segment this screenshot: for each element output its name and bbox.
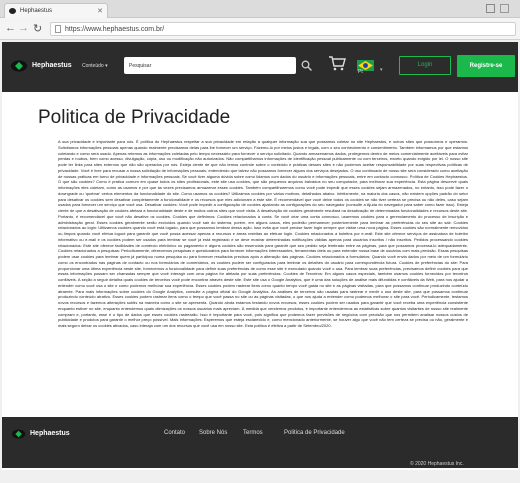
favicon-icon bbox=[9, 8, 16, 14]
search-placeholder: Pesquisar bbox=[129, 63, 152, 69]
language-label[interactable]: Pt bbox=[358, 69, 363, 75]
footer-brand[interactable]: Hephaestus bbox=[30, 430, 70, 437]
footer-link-termos[interactable]: Termos bbox=[243, 430, 263, 436]
footer-link-privacidade[interactable]: Politica de Privacidade bbox=[284, 430, 345, 436]
footer-logo-icon[interactable] bbox=[12, 429, 26, 439]
page-icon bbox=[55, 25, 61, 33]
address-bar-row: ← → ↻ https://www.hephaestus.com.br/ bbox=[0, 18, 520, 40]
register-button[interactable]: Registre-se bbox=[457, 55, 515, 77]
url-text: https://www.hephaestus.com.br/ bbox=[65, 26, 165, 33]
language-chevron-icon[interactable]: ▾ bbox=[380, 67, 383, 73]
back-icon[interactable]: ← bbox=[5, 22, 16, 34]
reload-icon[interactable]: ↻ bbox=[33, 22, 42, 35]
brand-name[interactable]: Hephaestus bbox=[32, 62, 72, 69]
content-menu-label: Conteúdo bbox=[82, 63, 104, 69]
tab-title: Hephaestus bbox=[20, 8, 53, 14]
footer-link-contato[interactable]: Contato bbox=[164, 430, 185, 436]
login-button[interactable]: Login bbox=[399, 56, 451, 75]
tab-close-icon[interactable]: ✕ bbox=[97, 7, 103, 15]
forward-icon[interactable]: → bbox=[18, 22, 29, 34]
content-menu[interactable]: Conteúdo ▾ bbox=[82, 63, 108, 69]
footer-link-sobre[interactable]: Sobre Nós bbox=[199, 430, 227, 436]
cart-icon[interactable] bbox=[328, 55, 346, 71]
url-input[interactable]: https://www.hephaestus.com.br/ bbox=[50, 22, 516, 36]
main-content: Politica de Privacidade A sua privacidad… bbox=[2, 92, 518, 470]
minimize-icon[interactable] bbox=[486, 4, 495, 13]
site-footer: Hephaestus Contato Sobre Nós Termos Poli… bbox=[2, 417, 518, 468]
policy-text: A sua privacidade é importante para nós.… bbox=[58, 139, 468, 328]
search-input[interactable]: Pesquisar bbox=[124, 57, 312, 74]
hephaestus-logo-icon[interactable] bbox=[11, 60, 28, 72]
browser-tab[interactable]: Hephaestus ✕ bbox=[4, 3, 108, 18]
search-icon[interactable] bbox=[301, 60, 312, 71]
browser-tab-bar: Hephaestus ✕ bbox=[0, 0, 520, 18]
chevron-down-icon: ▾ bbox=[105, 63, 108, 69]
page-title: Politica de Privacidade bbox=[38, 107, 231, 128]
copyright-text: © 2020 Hephaestus Inc. bbox=[410, 461, 464, 467]
close-window-icon[interactable] bbox=[500, 4, 509, 13]
site-header: Hephaestus Conteúdo ▾ Pesquisar Pt ▾ Log… bbox=[2, 42, 518, 92]
